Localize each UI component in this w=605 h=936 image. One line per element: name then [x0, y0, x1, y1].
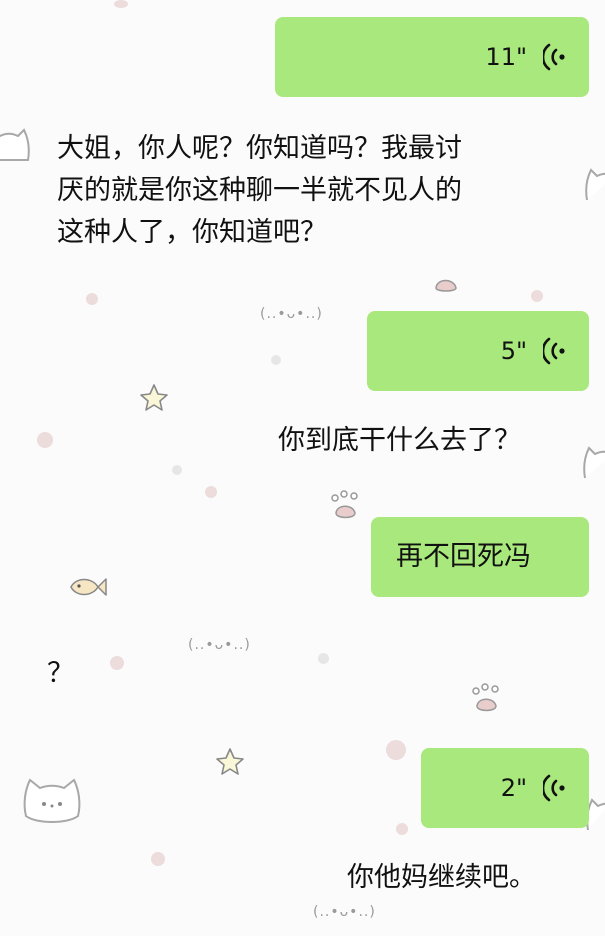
voice-wave-icon: [543, 337, 565, 365]
star-icon: [140, 384, 168, 411]
voice-message-bubble[interactable]: 11": [275, 17, 589, 97]
text-message-bubble[interactable]: ？: [22, 654, 82, 694]
text-message-bubble[interactable]: 你到底干什么去了？: [253, 418, 573, 464]
voice-message-bubble[interactable]: 2": [421, 748, 589, 828]
paw-icon: [331, 490, 358, 519]
voice-wave-icon: [543, 774, 565, 802]
voice-message-bubble[interactable]: 5": [367, 311, 589, 391]
cat-face-icon: [0, 128, 30, 161]
voice-wave-icon: [543, 43, 565, 71]
wallpaper-dot: [396, 823, 408, 835]
wallpaper-dot: [172, 465, 182, 475]
wallpaper-dot: [318, 653, 329, 664]
message-text-line: 厌的就是你这种聊一半就不见人的: [57, 175, 462, 206]
text-message-bubble[interactable]: 再不回死冯: [371, 517, 589, 597]
wallpaper-kaomoji: (..•ᴗ•..): [313, 904, 376, 920]
message-text: 你到底干什么去了？: [278, 425, 521, 456]
paw-icon: [472, 683, 499, 712]
cat-face-icon: [585, 168, 605, 201]
wallpaper-dot: [271, 355, 281, 365]
voice-duration: 2": [500, 774, 527, 802]
message-text-line: 这种人了，你知道吧？: [57, 217, 327, 248]
wallpaper-dot: [37, 432, 53, 448]
fish-icon: [70, 578, 107, 596]
wallpaper-kaomoji: (..•ᴗ•..): [188, 637, 251, 653]
message-text: 再不回死冯: [396, 541, 531, 572]
cat-face-icon: [23, 778, 81, 823]
voice-duration: 5": [500, 337, 527, 365]
star-icon: [216, 748, 244, 775]
chat-area[interactable]: (..•ᴗ•..) (..•ᴗ•..) (..•ᴗ•..) 11" 大姐，你人呢…: [0, 0, 605, 936]
voice-duration: 11": [485, 43, 527, 71]
wallpaper-dot: [114, 0, 128, 8]
wallpaper-dot: [531, 290, 543, 302]
message-text-line: 大姐，你人呢？你知道吗？我最讨: [57, 133, 462, 164]
wallpaper-dot: [386, 740, 406, 760]
cat-face-icon: [583, 446, 605, 479]
text-message-bubble[interactable]: 你他妈继续吧。: [322, 855, 582, 901]
message-text: ？: [47, 658, 74, 689]
text-message-bubble[interactable]: 大姐，你人呢？你知道吗？我最讨 厌的就是你这种聊一半就不见人的 这种人了，你知道…: [32, 124, 582, 258]
wallpaper-dot: [151, 852, 165, 866]
message-text: 你他妈继续吧。: [347, 862, 536, 893]
wallpaper-kaomoji: (..•ᴗ•..): [260, 306, 323, 322]
wallpaper-dot: [110, 656, 124, 670]
wallpaper-dot: [205, 486, 217, 498]
paw-icon: [435, 279, 457, 292]
wallpaper-dot: [86, 293, 98, 305]
